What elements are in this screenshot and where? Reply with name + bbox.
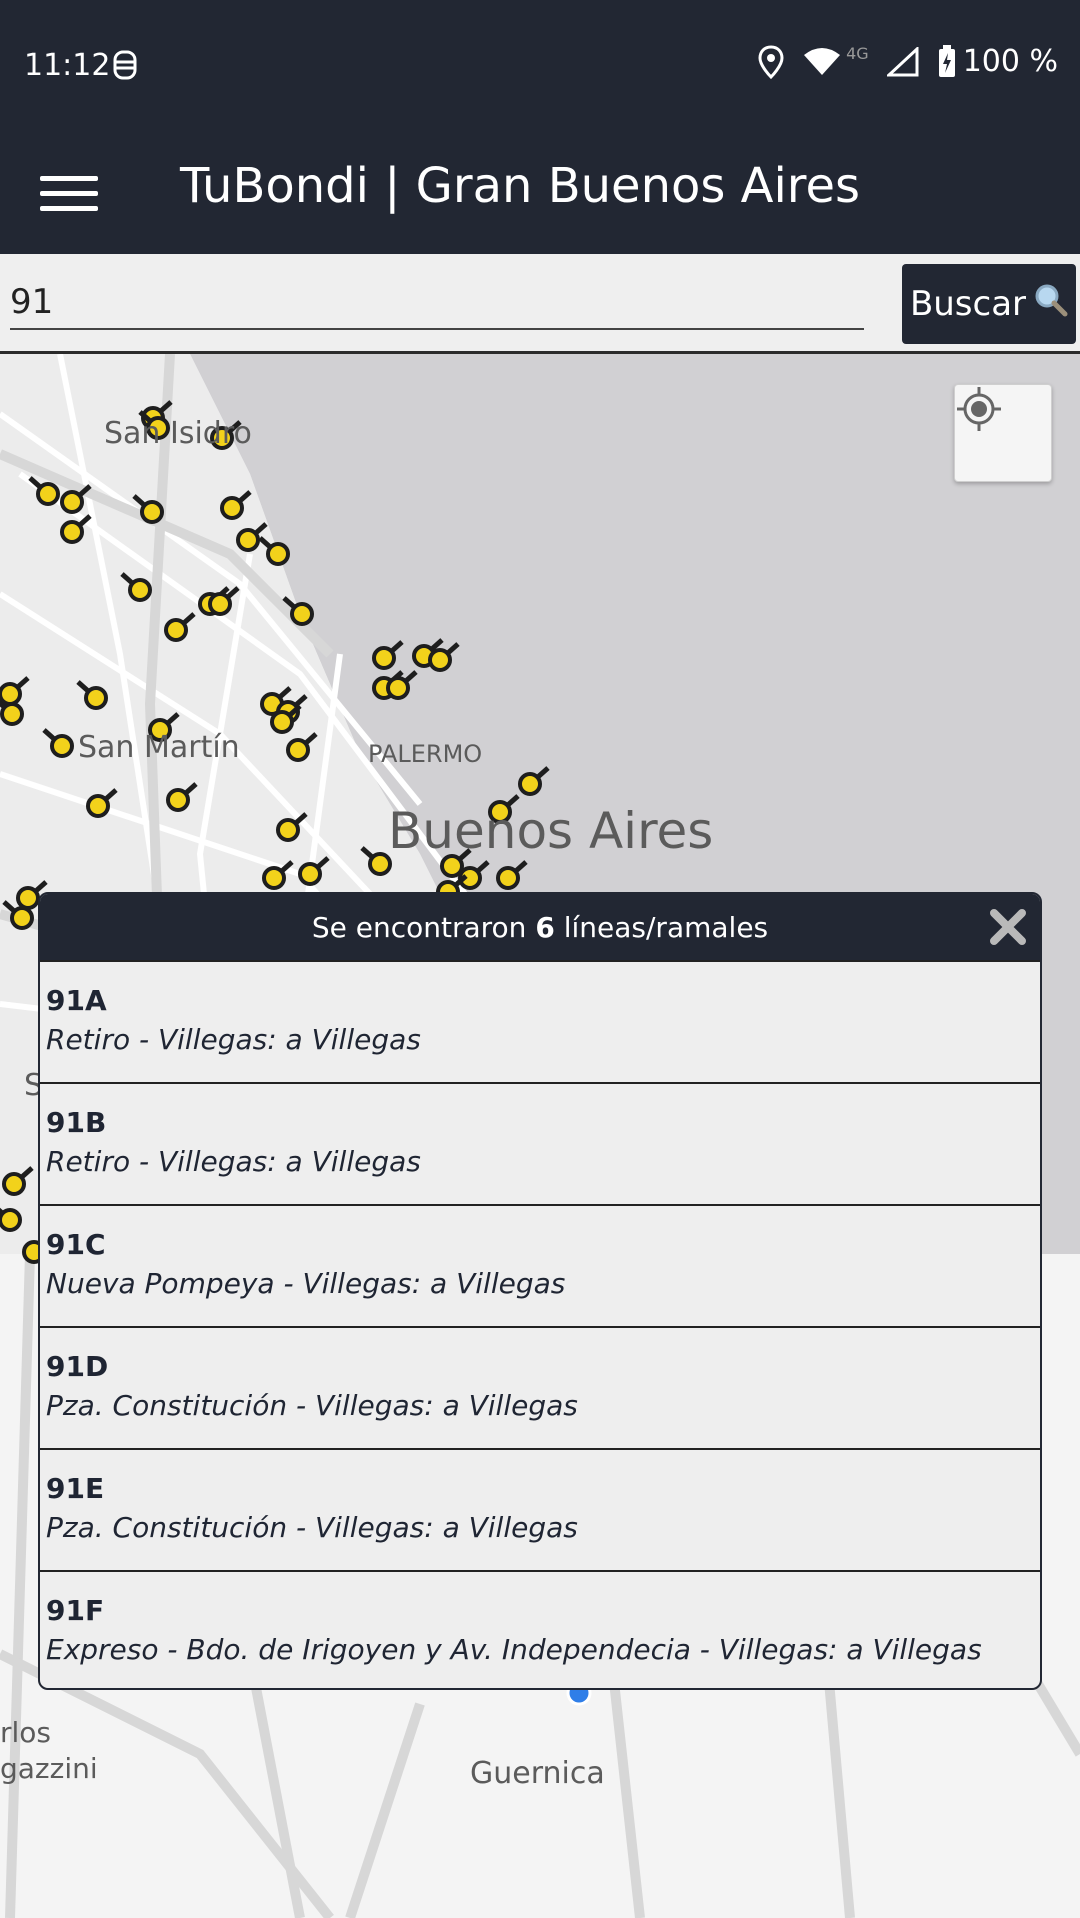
results-count: 6 [535,910,555,944]
bus-stop-marker[interactable] [262,866,286,890]
bus-stop-marker[interactable] [16,886,40,910]
map-label-san-martin: San Martín [78,730,240,765]
route-code: 91B [46,1106,107,1139]
results-suffix: líneas/ramales [563,910,769,944]
location-icon [758,44,784,79]
bus-stop-marker[interactable] [140,500,164,524]
bus-stop-marker[interactable] [208,592,232,616]
route-code: 91F [46,1594,105,1627]
notification-icon [112,48,138,86]
bus-stop-marker[interactable] [518,772,542,796]
bus-stop-marker[interactable] [0,702,24,726]
route-code: 91D [46,1350,109,1383]
route-code: 91E [46,1472,105,1505]
bus-stop-marker[interactable] [60,520,84,544]
route-description: Pza. Constitución - Villegas: a Villegas [46,1511,578,1544]
bus-stop-marker[interactable] [10,906,34,930]
route-description: Expreso - Bdo. de Irigoyen y Av. Indepen… [46,1633,982,1666]
route-description: Retiro - Villegas: a Villegas [46,1145,421,1178]
bus-stop-marker[interactable] [220,496,244,520]
bus-stop-marker[interactable] [386,676,410,700]
bus-stop-marker[interactable] [496,866,520,890]
bus-stop-marker[interactable] [270,710,294,734]
bus-stop-marker[interactable] [60,490,84,514]
map-label-carlos: rlos [0,1716,52,1749]
map-label-san-isidro: San Isidro [104,416,252,451]
bus-stop-marker[interactable] [286,738,310,762]
battery-percent: 100 % [962,44,1058,79]
locate-me-button[interactable] [954,384,1052,482]
result-item-91c[interactable]: 91C Nueva Pompeya - Villegas: a Villegas [40,1204,1040,1326]
search-button[interactable]: Buscar [902,264,1076,344]
map-label-guernica: Guernica [470,1756,605,1791]
bus-stop-marker[interactable] [368,852,392,876]
bus-stop-marker[interactable] [236,528,260,552]
bus-stop-marker[interactable] [86,794,110,818]
results-header: Se encontraron 6 líneas/ramales [40,894,1040,960]
search-bar: Buscar [0,254,1080,354]
results-panel: Se encontraron 6 líneas/ramales 91A Reti… [38,892,1042,1690]
results-prefix: Se encontraron [311,910,527,944]
bus-stop-marker[interactable] [50,734,74,758]
magnifier-icon [1034,283,1068,326]
result-item-91f[interactable]: 91F Expreso - Bdo. de Irigoyen y Av. Ind… [40,1570,1040,1688]
result-item-91e[interactable]: 91E Pza. Constitución - Villegas: a Vill… [40,1448,1040,1570]
route-code: 91A [46,984,107,1017]
route-description: Retiro - Villegas: a Villegas [46,1023,421,1056]
bus-stop-marker[interactable] [298,862,322,886]
hamburger-menu-icon[interactable] [40,162,98,224]
map-label-buenos-aires: Buenos Aires [388,802,714,860]
bus-stop-marker[interactable] [428,648,452,672]
network-type-icon: 4G [846,44,869,63]
map-label-palermo: PALERMO [368,740,483,768]
route-code: 91C [46,1228,106,1261]
bus-stop-marker[interactable] [2,1172,26,1196]
route-description: Nueva Pompeya - Villegas: a Villegas [46,1267,566,1300]
bus-stop-marker[interactable] [166,788,190,812]
app-title: TuBondi | Gran Buenos Aires [180,158,861,214]
bus-stop-marker[interactable] [290,602,314,626]
bus-stop-marker[interactable] [128,578,152,602]
close-icon[interactable] [988,907,1028,947]
search-button-label: Buscar [909,284,1027,324]
result-item-91a[interactable]: 91A Retiro - Villegas: a Villegas [40,960,1040,1082]
bus-stop-marker[interactable] [0,682,22,706]
search-input[interactable] [10,276,864,330]
app-bar: TuBondi | Gran Buenos Aires [0,132,1080,254]
map-label-gazzini: gazzini [0,1752,98,1785]
battery-icon [937,44,957,79]
wifi-icon [802,47,842,77]
bus-stop-marker[interactable] [0,1208,22,1232]
bus-stop-marker[interactable] [84,686,108,710]
result-item-91d[interactable]: 91D Pza. Constitución - Villegas: a Vill… [40,1326,1040,1448]
route-description: Pza. Constitución - Villegas: a Villegas [46,1389,578,1422]
bus-stop-marker[interactable] [36,482,60,506]
result-item-91b[interactable]: 91B Retiro - Villegas: a Villegas [40,1082,1040,1204]
bus-stop-marker[interactable] [164,618,188,642]
status-bar: 11:12 4G 100 % [0,0,1080,132]
bus-stop-marker[interactable] [276,818,300,842]
bus-stop-marker[interactable] [372,646,396,670]
signal-icon [886,46,919,77]
crosshair-icon [957,387,1001,431]
bus-stop-marker[interactable] [266,542,290,566]
status-time: 11:12 [24,48,111,83]
results-summary: Se encontraron 6 líneas/ramales [312,911,768,944]
